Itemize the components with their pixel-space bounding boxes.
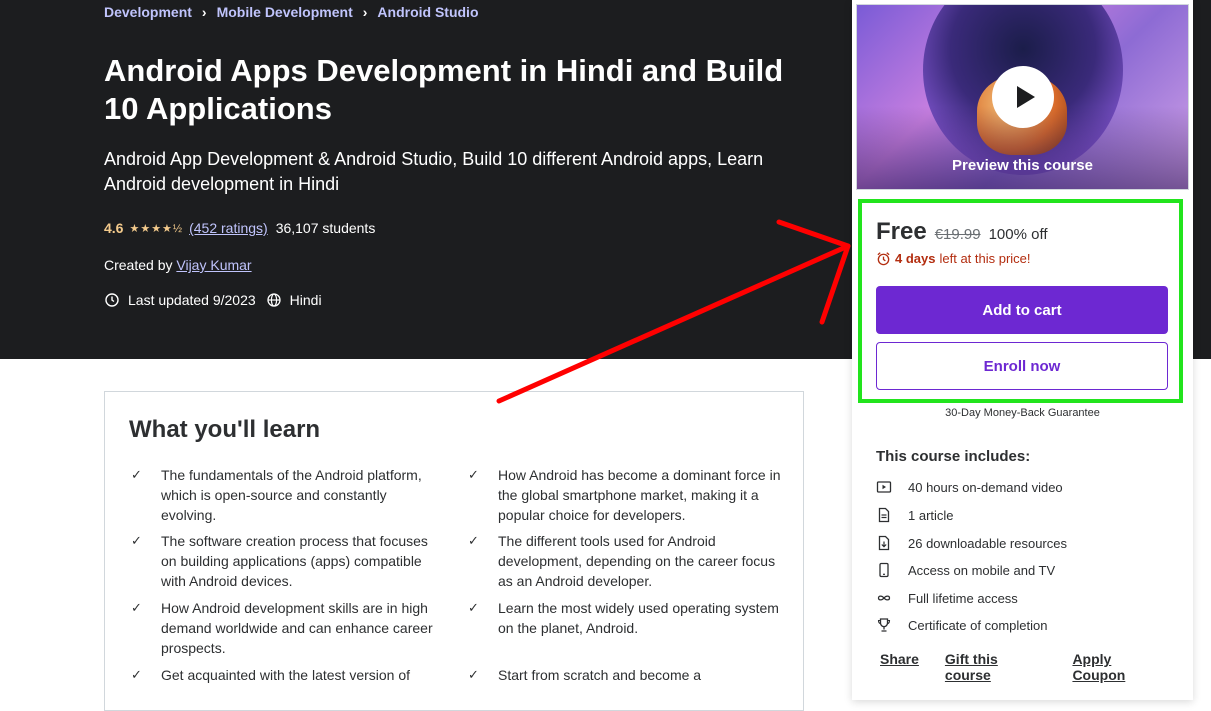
learn-item-text: How Android has become a dominant force …: [498, 467, 781, 523]
price-timer: 4 days left at this price!: [876, 251, 1031, 266]
list-item: ✓ Start from scratch and become a: [466, 665, 786, 685]
ratings-count-link[interactable]: (452 ratings): [189, 220, 268, 236]
course-language: Hindi: [289, 292, 322, 308]
list-item: ✓ The different tools used for Android d…: [466, 531, 786, 591]
price-row: Free €19.99 100% off: [876, 218, 1048, 246]
purchase-sidebar: Preview this course Free €19.99 100% off…: [852, 0, 1193, 700]
rating-value: 4.6: [104, 220, 124, 236]
created-by-label: Created by: [104, 257, 173, 273]
include-label: Full lifetime access: [908, 590, 1018, 606]
include-item: Full lifetime access: [876, 590, 1018, 606]
include-label: 40 hours on-demand video: [908, 479, 1063, 495]
learn-item-text: Get acquainted with the latest version o…: [161, 667, 411, 683]
breadcrumb-android-studio[interactable]: Android Studio: [377, 4, 478, 20]
money-back-guarantee: 30-Day Money-Back Guarantee: [945, 407, 1100, 419]
preview-label: Preview this course: [952, 157, 1093, 174]
learn-item-text: The different tools used for Android dev…: [498, 533, 776, 589]
check-icon: ✓: [131, 667, 142, 682]
include-item: 1 article: [876, 507, 954, 523]
created-by: Created by Vijay Kumar: [104, 257, 252, 273]
mobile-icon: [879, 562, 889, 578]
enroll-now-button[interactable]: Enroll now: [876, 342, 1168, 390]
list-item: ✓ The software creation process that foc…: [129, 531, 439, 591]
learn-item-text: Learn the most widely used operating sys…: [498, 600, 779, 636]
apply-coupon-link[interactable]: Apply Coupon: [1072, 651, 1167, 683]
alarm-clock-icon: [877, 252, 890, 266]
discount-percent: 100% off: [988, 226, 1048, 243]
last-updated: Last updated 9/2023: [128, 292, 256, 308]
check-icon: ✓: [468, 533, 479, 548]
include-item: Certificate of completion: [876, 617, 1047, 633]
include-label: 1 article: [908, 507, 954, 523]
course-title: Android Apps Development in Hindi and Bu…: [104, 53, 784, 126]
rating-stars-icon: ★★★★½: [129, 222, 184, 235]
breadcrumb-separator: ›: [362, 4, 368, 20]
check-icon: ✓: [468, 667, 479, 682]
include-item: 40 hours on-demand video: [876, 479, 1063, 495]
check-icon: ✓: [131, 533, 142, 548]
breadcrumb-separator: ›: [201, 4, 207, 20]
infinity-icon: [877, 595, 891, 601]
what-you-will-learn: What you'll learn ✓ The fundamentals of …: [104, 391, 804, 711]
list-item: ✓ The fundamentals of the Android platfo…: [129, 465, 439, 525]
rating-row: 4.6 ★★★★½ (452 ratings) 36,107 students: [104, 220, 375, 236]
course-meta: Last updated 9/2023 Hindi: [104, 292, 322, 308]
learn-item-text: The software creation process that focus…: [161, 533, 428, 589]
includes-title: This course includes:: [876, 448, 1031, 465]
breadcrumb-development[interactable]: Development: [104, 4, 192, 20]
check-icon: ✓: [468, 467, 479, 482]
list-item: ✓ Learn the most widely used operating s…: [466, 598, 786, 638]
play-button[interactable]: [992, 66, 1054, 128]
timer-text: left at this price!: [939, 251, 1031, 266]
sidebar-links: Share Gift this course Apply Coupon: [880, 651, 1193, 683]
include-item: 26 downloadable resources: [876, 535, 1067, 551]
video-icon: [876, 481, 892, 493]
check-icon: ✓: [131, 467, 142, 482]
check-icon: ✓: [131, 600, 142, 615]
students-count: 36,107 students: [275, 220, 376, 236]
include-label: Certificate of completion: [908, 617, 1048, 633]
learn-item-text: How Android development skills are in hi…: [161, 600, 433, 656]
breadcrumb: Development › Mobile Development › Andro…: [104, 4, 479, 20]
course-preview[interactable]: Preview this course: [856, 4, 1189, 190]
trophy-icon: [877, 618, 891, 632]
globe-icon: [267, 293, 281, 307]
include-label: 26 downloadable resources: [908, 535, 1067, 551]
alert-clock-icon: [105, 293, 119, 307]
learn-item-text: The fundamentals of the Android platform…: [161, 467, 422, 523]
include-label: Access on mobile and TV: [908, 562, 1056, 578]
current-price: Free: [876, 218, 927, 245]
learn-item-text: Start from scratch and become a: [498, 667, 702, 683]
article-icon: [878, 507, 890, 523]
learn-title: What you'll learn: [129, 416, 321, 443]
list-item: ✓ Get acquainted with the latest version…: [129, 665, 439, 685]
add-to-cart-button[interactable]: Add to cart: [876, 286, 1168, 334]
gift-course-link[interactable]: Gift this course: [945, 651, 1047, 683]
instructor-link[interactable]: Vijay Kumar: [176, 257, 251, 273]
share-link[interactable]: Share: [880, 651, 919, 683]
days-left: 4 days: [895, 251, 936, 266]
download-icon: [878, 535, 890, 551]
check-icon: ✓: [468, 600, 479, 615]
play-icon: [1016, 86, 1035, 108]
course-subtitle: Android App Development & Android Studio…: [104, 149, 764, 194]
breadcrumb-mobile-development[interactable]: Mobile Development: [217, 4, 353, 20]
list-item: ✓ How Android has become a dominant forc…: [466, 465, 786, 525]
list-item: ✓ How Android development skills are in …: [129, 598, 439, 658]
include-item: Access on mobile and TV: [876, 562, 1055, 578]
original-price: €19.99: [934, 226, 981, 243]
